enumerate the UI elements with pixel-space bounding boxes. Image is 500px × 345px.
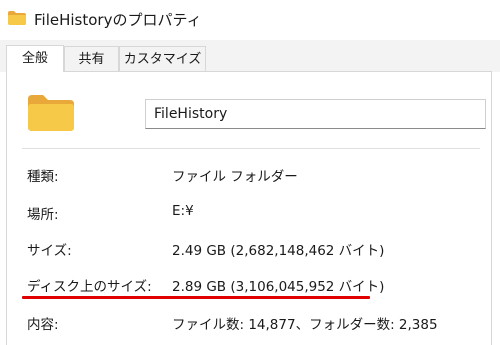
location-value: E:¥ bbox=[172, 203, 194, 219]
folder-name-field[interactable] bbox=[145, 99, 486, 129]
tab-sharing[interactable]: 共有 bbox=[64, 46, 119, 72]
divider bbox=[22, 148, 480, 149]
window-title: FileHistoryのプロパティ bbox=[34, 11, 202, 29]
tab-strip: 全般 共有 カスタマイズ bbox=[0, 40, 500, 72]
folder-icon bbox=[8, 11, 26, 25]
location-label: 場所: bbox=[27, 207, 59, 223]
type-value: ファイル フォルダー bbox=[172, 169, 298, 185]
size-value: 2.49 GB (2,682,148,462 バイト) bbox=[172, 243, 385, 259]
folder-icon bbox=[28, 95, 74, 131]
size-label: サイズ: bbox=[27, 243, 72, 259]
tab-general[interactable]: 全般 bbox=[6, 45, 64, 72]
size-on-disk-label: ディスク上のサイズ: bbox=[27, 279, 152, 295]
type-label: 種類: bbox=[27, 169, 59, 185]
tab-customize[interactable]: カスタマイズ bbox=[119, 46, 206, 72]
contents-value: ファイル数: 14,877、フォルダー数: 2,385 bbox=[172, 317, 438, 333]
contents-label: 内容: bbox=[27, 317, 59, 333]
highlight-underline bbox=[22, 296, 370, 299]
title-bar: FileHistoryのプロパティ bbox=[0, 0, 500, 40]
size-on-disk-value: 2.89 GB (3,106,045,952 バイト) bbox=[172, 279, 385, 295]
